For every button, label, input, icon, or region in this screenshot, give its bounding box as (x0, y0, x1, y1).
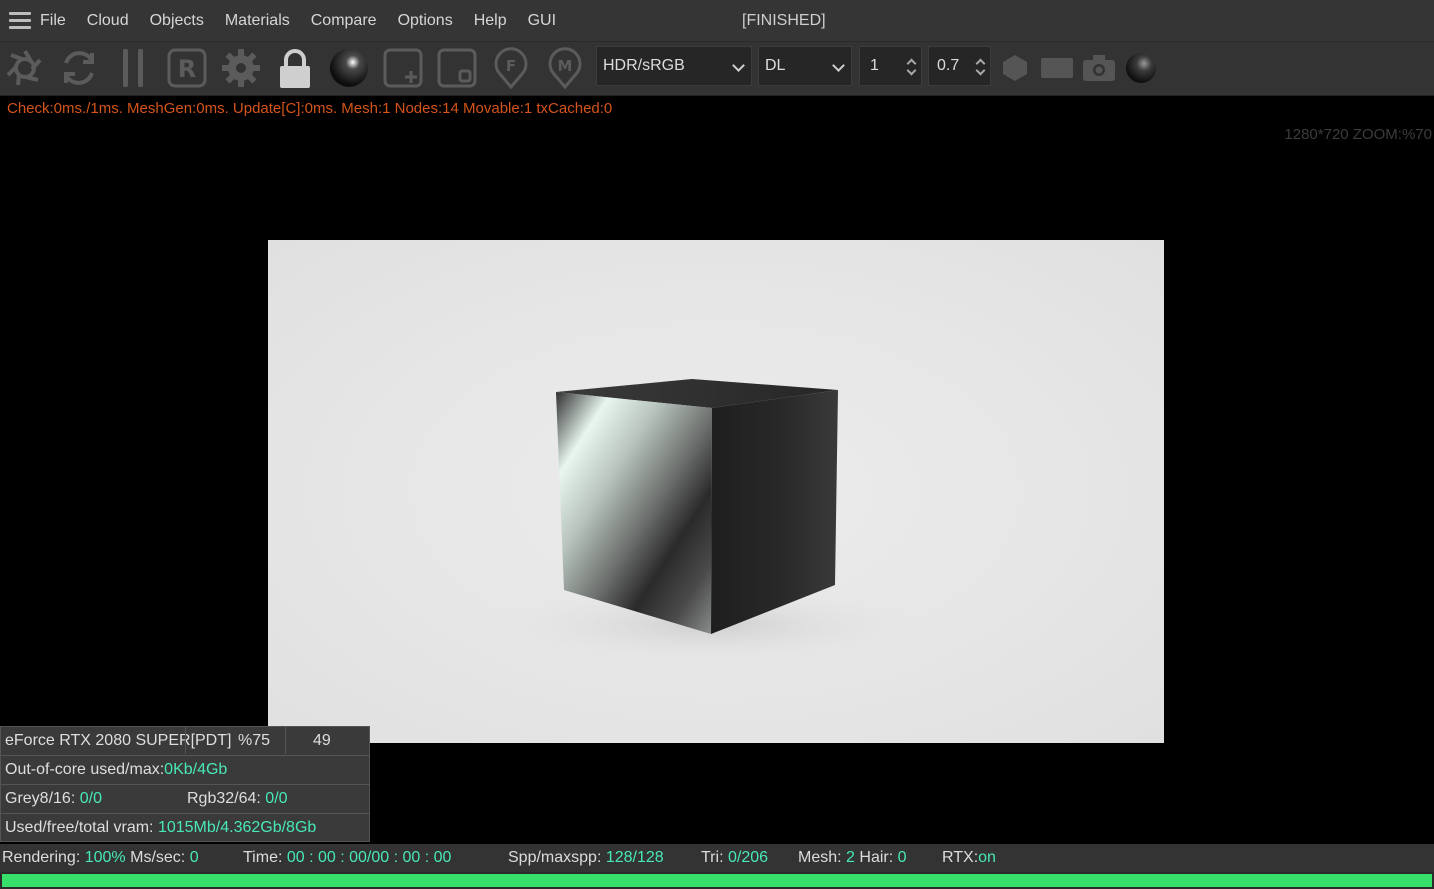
tonemap-select[interactable]: HDR/sRGB (596, 46, 752, 86)
grey-label: Grey8/16: (5, 790, 76, 807)
cell-divider (285, 727, 286, 754)
scene-stats-line: Check:0ms./1ms. MeshGen:0ms. Update[C]:0… (7, 100, 613, 117)
hair-value: 0 (897, 849, 907, 866)
pause-icon[interactable] (110, 45, 156, 91)
kernel-select[interactable]: DL (758, 46, 852, 86)
spin-down-icon[interactable] (906, 65, 917, 76)
lock-icon[interactable] (272, 45, 318, 91)
vram-row: Used/free/total vram: 1015Mb/4.362Gb/8Gb (0, 813, 370, 842)
rendering-label: Rendering: (2, 849, 81, 866)
mssec-value: 0 (189, 849, 199, 866)
hair-label: Hair: (859, 849, 894, 866)
f-pin-icon[interactable]: F (488, 45, 534, 91)
toolbar: R F M HDR/sRGB DL 1 0.7 (0, 42, 1434, 96)
mssec-label: Ms/sec: (130, 849, 186, 866)
tri-value: 0/206 (727, 849, 769, 866)
mesh-label: Mesh: (798, 849, 842, 866)
time-value: 00 : 00 : 00/00 : 00 : 00 (286, 849, 452, 866)
mesh-value: 2 (846, 849, 855, 866)
tonemap-select-value: HDR/sRGB (603, 57, 685, 74)
m-pin-icon[interactable]: M (542, 45, 588, 91)
tri-label: Tri: (701, 849, 724, 866)
menu-materials[interactable]: Materials (225, 0, 290, 42)
chevron-down-icon (832, 59, 845, 72)
gpu-temperature: 49 (313, 732, 331, 749)
texture-count-row: Grey8/16: 0/0 Rgb32/64: 0/0 (0, 784, 370, 813)
gpu-info-panel: eForce RTX 2080 SUPER[PDT] %75 49 Out-of… (0, 726, 370, 842)
cell-divider (185, 727, 186, 754)
menu-help[interactable]: Help (474, 0, 507, 42)
value-spinbox[interactable]: 0.7 (928, 46, 991, 86)
kernel-select-value: DL (765, 57, 786, 74)
out-of-core-row: Out-of-core used/max:0Kb/4Gb (0, 755, 370, 784)
rgb-value: 0/0 (265, 790, 288, 807)
rgb-label: Rgb32/64: (187, 790, 261, 807)
rtx-value: on (978, 849, 996, 866)
vram-value: 1015Mb/4.362Gb/8Gb (157, 819, 317, 836)
sphere-icon[interactable] (326, 45, 372, 91)
resolution-zoom-label: 1280*720 ZOOM:%70 (1284, 126, 1432, 143)
out-of-core-value: 0Kb/4Gb (164, 761, 228, 778)
menu-objects[interactable]: Objects (150, 0, 204, 42)
rendering-value: 100% (84, 849, 126, 866)
spin-down-icon[interactable] (975, 65, 986, 76)
menu-cloud[interactable]: Cloud (87, 0, 129, 42)
refresh-icon[interactable] (56, 45, 102, 91)
svg-text:F: F (506, 57, 516, 75)
samples-spinbox-value: 1 (870, 57, 879, 74)
samples-spinbox[interactable]: 1 (859, 46, 922, 86)
gpu-device-row[interactable]: eForce RTX 2080 SUPER[PDT] %75 49 (0, 726, 370, 755)
menu-bar: File Cloud Objects Materials Compare Opt… (0, 0, 1434, 42)
status-bar: Rendering: 100% Ms/sec: 0 Time: 00 : 00 … (0, 844, 1434, 872)
sphere-shaded-icon[interactable] (1118, 45, 1164, 91)
chevron-down-icon (732, 59, 745, 72)
menu-gui[interactable]: GUI (528, 0, 556, 42)
render-progress-fill (2, 874, 1432, 887)
rendered-cube (488, 379, 928, 665)
render-progress-bar (0, 872, 1434, 889)
gpu-usage-overlap: %75 (238, 732, 271, 749)
render-frame[interactable] (268, 240, 1164, 743)
hamburger-menu-icon[interactable] (0, 0, 40, 42)
menu-compare[interactable]: Compare (311, 0, 377, 42)
rectangle-icon[interactable] (1034, 45, 1080, 91)
out-of-core-label: Out-of-core used/max: (5, 761, 165, 778)
gear-icon[interactable] (218, 45, 264, 91)
menu-options[interactable]: Options (398, 0, 453, 42)
render-status: [FINISHED] (742, 12, 826, 29)
vram-label: Used/free/total vram: (5, 819, 154, 836)
node-o-icon[interactable] (434, 45, 480, 91)
aperture-icon[interactable] (2, 45, 48, 91)
svg-text:R: R (178, 55, 196, 83)
restart-r-icon[interactable]: R (164, 45, 210, 91)
add-node-icon[interactable] (380, 45, 426, 91)
menu-file[interactable]: File (40, 0, 66, 42)
gpu-device-name: eForce RTX 2080 SUPER[PDT] (5, 732, 232, 749)
camera-icon[interactable] (1076, 45, 1122, 91)
rtx-label: RTX: (942, 849, 979, 866)
spp-label: Spp/maxspp: (508, 849, 602, 866)
grey-value: 0/0 (79, 790, 102, 807)
hexagon-icon[interactable] (992, 45, 1038, 91)
value-spinbox-value: 0.7 (937, 57, 960, 74)
time-label: Time: (243, 849, 283, 866)
svg-text:M: M (558, 57, 573, 75)
spp-value: 128/128 (605, 849, 664, 866)
